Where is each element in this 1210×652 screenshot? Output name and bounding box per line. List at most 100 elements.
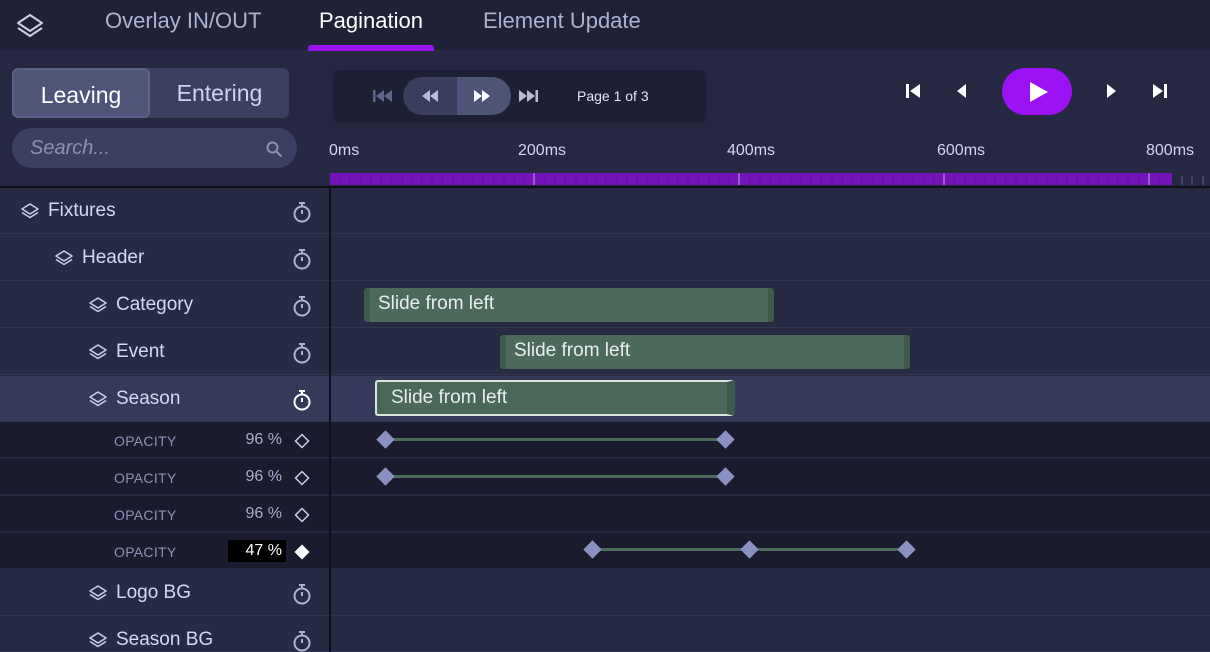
- layer-name: Fixtures: [48, 200, 116, 221]
- property-name: OPACITY: [114, 544, 177, 560]
- search-icon[interactable]: [265, 140, 283, 158]
- rewind-icon: [422, 90, 438, 102]
- search-input[interactable]: [30, 134, 260, 162]
- ruler-tick-label: 600ms: [937, 142, 986, 159]
- keyframe-marker[interactable]: [740, 540, 759, 559]
- tab-label: Overlay IN/OUT: [105, 8, 262, 33]
- layer-name: Season: [116, 388, 181, 409]
- leaving-button[interactable]: Leaving: [12, 68, 150, 118]
- property-row[interactable]: OPACITY 47 %: [0, 533, 1210, 569]
- layer-name: Event: [116, 341, 165, 362]
- layer-row-header[interactable]: Header: [0, 235, 1210, 281]
- animation-clip[interactable]: Slide from left: [500, 335, 910, 369]
- layer-label: Season BG: [88, 617, 213, 652]
- property-value[interactable]: 96 %: [228, 429, 286, 451]
- property-value-editing[interactable]: 47 %: [228, 540, 286, 562]
- stopwatch-icon[interactable]: [290, 341, 314, 365]
- keyframe-toggle-icon[interactable]: [294, 507, 310, 523]
- layer-row-event[interactable]: Event Slide from left: [0, 329, 1210, 375]
- layers-icon: [89, 585, 107, 601]
- step-back-button[interactable]: [950, 78, 974, 104]
- active-tab-indicator: [308, 45, 434, 51]
- layer-row-logo-bg[interactable]: Logo BG: [0, 570, 1210, 616]
- layer-row-fixtures[interactable]: Fixtures: [0, 188, 1210, 234]
- step-back-icon: [957, 84, 966, 98]
- layer-label: Header: [54, 235, 144, 281]
- last-page-button[interactable]: [516, 80, 540, 112]
- keyframe-marker[interactable]: [583, 540, 602, 559]
- layer-row-category[interactable]: Category Slide from left: [0, 282, 1210, 328]
- layers-icon: [89, 391, 107, 407]
- tab-pagination[interactable]: Pagination: [308, 8, 434, 51]
- layer-name: Category: [116, 294, 194, 315]
- ruler-tick-label: 400ms: [727, 142, 776, 159]
- clip-label: Slide from left: [378, 293, 495, 314]
- go-to-start-button[interactable]: [900, 78, 926, 104]
- property-row[interactable]: OPACITY 96 %: [0, 422, 1210, 458]
- ruler-overflow-ticks: [1181, 176, 1204, 185]
- property-value[interactable]: 96 %: [228, 503, 286, 525]
- ruler-tick-label: 0ms: [329, 142, 360, 159]
- animation-clip-selected[interactable]: Slide from left: [375, 380, 735, 416]
- search-box: [12, 128, 297, 168]
- layers-icon[interactable]: [14, 12, 46, 40]
- go-to-end-button[interactable]: [1147, 78, 1173, 104]
- stopwatch-icon[interactable]: [290, 582, 314, 606]
- tab-element-update[interactable]: Element Update: [483, 8, 641, 50]
- pagination-controls: Page 1 of 3: [333, 70, 706, 123]
- entering-button[interactable]: Entering: [150, 68, 289, 118]
- layer-label: Event: [88, 329, 165, 375]
- property-name: OPACITY: [114, 507, 177, 523]
- property-row[interactable]: OPACITY 96 %: [0, 496, 1210, 532]
- timeline-ruler[interactable]: [330, 173, 1172, 185]
- next-page-button[interactable]: [469, 80, 495, 112]
- step-forward-icon: [1107, 84, 1116, 98]
- keyframe-marker[interactable]: [897, 540, 916, 559]
- layer-row-season[interactable]: Season Slide from left: [0, 376, 1210, 422]
- panel-divider: [329, 188, 331, 652]
- keyframe-toggle-icon[interactable]: [294, 470, 310, 486]
- keyframe-marker[interactable]: [376, 430, 395, 449]
- ruler-ticks: [339, 173, 1160, 185]
- layer-label: Logo BG: [88, 570, 191, 616]
- stopwatch-icon[interactable]: [290, 388, 314, 412]
- layers-icon: [21, 203, 39, 219]
- keyframe-marker[interactable]: [716, 467, 735, 486]
- step-forward-button[interactable]: [1099, 78, 1123, 104]
- tab-label: Element Update: [483, 8, 641, 33]
- stopwatch-icon[interactable]: [290, 200, 314, 224]
- play-button[interactable]: [1002, 68, 1072, 115]
- play-icon: [1030, 82, 1048, 102]
- property-value[interactable]: 96 %: [228, 466, 286, 488]
- page-indicator: Page 1 of 3: [577, 88, 649, 104]
- animation-clip[interactable]: Slide from left: [364, 288, 774, 322]
- keyframe-active-icon[interactable]: [294, 544, 310, 560]
- skip-to-end-icon: [519, 90, 538, 102]
- first-page-button[interactable]: [371, 80, 395, 112]
- layers-icon: [89, 344, 107, 360]
- layer-label: Fixtures: [20, 188, 116, 234]
- property-name: OPACITY: [114, 470, 177, 486]
- top-tab-bar: Overlay IN/OUT Pagination Element Update: [0, 0, 1210, 51]
- keyframe-segment: [385, 475, 726, 478]
- ruler-tick-label: 800ms: [1146, 142, 1195, 159]
- property-row[interactable]: OPACITY 96 %: [0, 459, 1210, 495]
- tab-overlay-in-out[interactable]: Overlay IN/OUT: [105, 8, 261, 50]
- keyframe-marker[interactable]: [716, 430, 735, 449]
- previous-page-button[interactable]: [417, 80, 443, 112]
- stopwatch-icon[interactable]: [290, 629, 314, 652]
- tab-label: Pagination: [319, 8, 423, 33]
- skip-forward-icon: [1153, 84, 1167, 98]
- keyframe-marker[interactable]: [376, 467, 395, 486]
- layer-label: Season: [88, 376, 180, 422]
- layer-label: Category: [88, 282, 193, 328]
- stopwatch-icon[interactable]: [290, 294, 314, 318]
- stopwatch-icon[interactable]: [290, 247, 314, 271]
- layers-icon: [55, 250, 73, 266]
- clip-label: Slide from left: [514, 340, 631, 361]
- layers-icon: [89, 297, 107, 313]
- skip-to-start-icon: [373, 90, 392, 102]
- layer-name: Season BG: [116, 629, 214, 650]
- layer-row-season-bg[interactable]: Season BG: [0, 617, 1210, 652]
- keyframe-toggle-icon[interactable]: [294, 433, 310, 449]
